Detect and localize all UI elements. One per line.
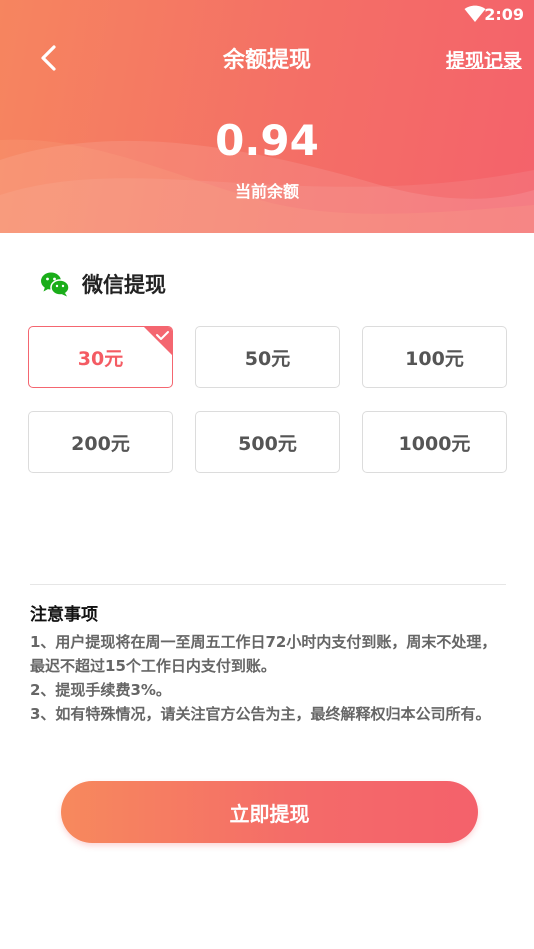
amount-option-200[interactable]: 200元 [28,411,173,473]
note-item: 3、如有特殊情况，请关注官方公告为主，最终解释权归本公司所有。 [30,705,491,723]
note-item: 2、提现手续费3%。 [30,681,171,699]
amount-option-label: 200元 [71,432,130,455]
withdraw-method-label: 微信提现 [82,273,166,297]
withdraw-submit-button[interactable]: 立即提现 [61,781,478,843]
amount-option-100[interactable]: 100元 [362,326,507,388]
note-item: 1、用户提现将在周一至周五工作日72小时内支付到账，周末不处理，最迟不超过15个… [30,633,497,675]
amount-option-30[interactable]: 30元 [28,326,173,388]
wechat-icon [41,272,70,297]
balance-label: 当前余额 [234,182,299,201]
withdraw-method: 微信提现 [40,268,166,300]
amount-option-1000[interactable]: 1000元 [362,411,507,473]
header-banner: 2:09 余额提现 提现记录 0.94 当前余额 [0,0,534,233]
check-icon [144,327,172,355]
notes-list: 1、用户提现将在周一至周五工作日72小时内支付到账，周末不处理，最迟不超过15个… [30,630,510,726]
amount-option-label: 500元 [238,432,297,455]
withdraw-record-link[interactable]: 提现记录 [446,46,522,73]
clock: 2:09 [484,5,524,24]
amount-option-500[interactable]: 500元 [195,411,340,473]
amount-option-label: 1000元 [398,432,471,455]
notes-title: 注意事项 [30,605,98,625]
status-bar: 2:09 [0,0,534,30]
balance-amount: 0.94 [215,116,319,165]
amount-option-label: 100元 [405,347,464,370]
amount-option-50[interactable]: 50元 [195,326,340,388]
wifi-icon [464,5,486,22]
amount-option-label: 30元 [77,347,124,370]
divider [30,584,506,585]
amount-option-label: 50元 [244,347,291,370]
